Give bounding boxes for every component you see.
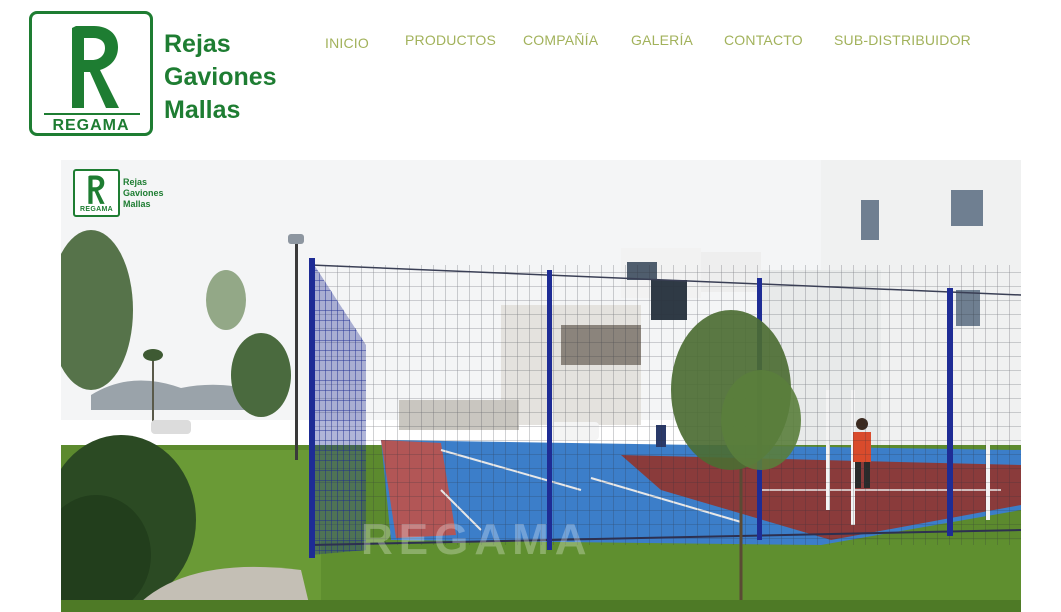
overlay-tagline-line: Rejas [123, 177, 148, 187]
tagline-line: Gaviones [164, 63, 277, 91]
hero-overlay-tagline: Rejas Gaviones Mallas [123, 177, 164, 210]
overlay-tagline-line: Gaviones [123, 188, 164, 198]
logo-wordmark: REGAMA [52, 117, 130, 134]
nav-item-sub-distribuidor[interactable]: SUB-DISTRIBUIDOR [834, 32, 971, 48]
brand-logo[interactable]: REGAMA [29, 11, 153, 136]
brand-tagline: Rejas Gaviones Mallas [164, 28, 277, 127]
nav-item-inicio[interactable]: INICIO [325, 35, 369, 51]
nav-item-galeria[interactable]: GALERÍA [631, 32, 693, 48]
hero-watermark: REGAMA [361, 515, 593, 564]
logo-underline [44, 113, 140, 115]
tagline-line: Rejas [164, 30, 231, 58]
nav-item-productos[interactable]: PRODUCTOS [405, 32, 496, 48]
overlay-logo-wordmark: REGAMA [80, 206, 113, 213]
nav-item-compania[interactable]: COMPAÑÍA [523, 32, 598, 48]
hero-overlay-logo: REGAMA [73, 169, 120, 217]
hero-image: REGAMA Rejas Gaviones Mallas REGAMA [61, 160, 1021, 612]
overlay-tagline-line: Mallas [123, 199, 151, 209]
regama-r-logo-icon [88, 175, 105, 204]
regama-r-logo-icon [72, 26, 119, 108]
tagline-line: Mallas [164, 96, 241, 124]
nav-item-contacto[interactable]: CONTACTO [724, 32, 803, 48]
